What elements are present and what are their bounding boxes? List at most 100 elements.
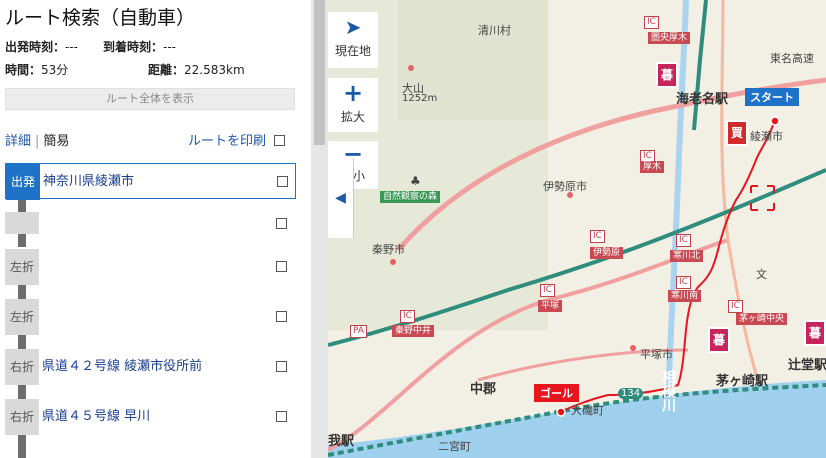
distance: 距離：22.583km — [148, 61, 245, 78]
zoom-in-button[interactable]: + 拡大 — [328, 78, 378, 132]
start-flag[interactable]: スタート — [745, 88, 799, 106]
route-step[interactable]: 左折 — [5, 299, 296, 335]
step-badge-left-turn: 左折 — [5, 249, 39, 285]
start-point[interactable] — [770, 116, 780, 126]
depart-time-label: 出発時刻： — [5, 40, 66, 54]
map-label-ayase: 綾瀬市 — [750, 130, 783, 143]
view-tabs: 詳細 | 簡易 — [5, 130, 69, 149]
map-label-tomei: 東名高速 — [770, 52, 814, 65]
route-spine — [18, 283, 26, 299]
current-location-label: 現在地 — [334, 44, 371, 58]
ic-label-isehara: 伊勢原 — [590, 247, 624, 259]
step-label[interactable]: 県道４２号線 綾瀬市役所前 — [42, 349, 202, 385]
ic-marker: IC — [676, 234, 691, 247]
route-step[interactable]: 左折 — [5, 249, 296, 285]
ic-marker: IC — [540, 284, 555, 297]
print-route[interactable]: ルートを印刷 — [188, 130, 286, 149]
city-dot — [408, 65, 414, 71]
duration: 時間：53分 — [5, 61, 68, 78]
ic-label-hadano-nakai: 秦野中井 — [392, 325, 435, 337]
arrive-time-value: --- — [163, 40, 177, 54]
expressway — [692, 0, 708, 131]
tab-simple[interactable]: 簡易 — [43, 134, 69, 149]
step-badge-right-turn: 右折 — [5, 349, 39, 385]
step-checkbox[interactable] — [276, 311, 287, 322]
panel-scrollbar-thumb[interactable] — [314, 0, 325, 145]
step-checkbox[interactable] — [277, 176, 288, 187]
tab-detail[interactable]: 詳細 — [5, 134, 31, 149]
city-dot — [630, 345, 636, 351]
current-location-button[interactable]: ➤ 現在地 — [328, 12, 378, 68]
collapse-panel-button[interactable]: ◀ — [328, 158, 354, 238]
print-route-link[interactable]: ルートを印刷 — [188, 134, 266, 149]
ic-marker: IC — [400, 310, 415, 323]
step-badge-depart: 出発 — [6, 164, 40, 200]
living-pin-icon[interactable]: 暮 — [656, 62, 678, 88]
living-pin-icon[interactable]: 暮 — [708, 327, 730, 353]
route-spine — [18, 333, 26, 349]
ic-marker: IC — [590, 230, 605, 243]
step-checkbox[interactable] — [276, 218, 287, 229]
distance-label: 距離： — [148, 63, 185, 77]
goal-point[interactable] — [556, 407, 566, 417]
map-label-hadano: 秦野市 — [372, 243, 405, 256]
distance-value: 22.583km — [184, 63, 245, 77]
map-label-station: 我駅 — [328, 434, 355, 449]
map-label-hiratsuka: 平塚市 — [640, 348, 673, 361]
tree-icon: ♣ — [410, 174, 421, 188]
depart-time: 出発時刻：--- — [5, 38, 78, 55]
map-view[interactable]: ➤ 現在地 + 拡大 − 縮小 ◀ 清川村 大山 1252m ♣ 自然観察の森 … — [328, 0, 826, 458]
zoom-in-label: 拡大 — [340, 110, 365, 124]
tab-separator: | — [35, 134, 40, 149]
ic-label-atsugi: 厚木 — [640, 161, 665, 173]
ic-label-chigasaki-chuo: 茅ヶ崎中央 — [736, 313, 788, 325]
shopping-pin-icon[interactable]: 買 — [726, 120, 748, 146]
route-spine — [18, 383, 26, 399]
duration-value: 53分 — [41, 63, 69, 77]
living-pin-icon[interactable]: 暮 — [804, 320, 826, 346]
goal-flag[interactable]: ゴール — [534, 384, 579, 402]
arrive-time: 到着時刻：--- — [103, 38, 176, 55]
map-label-ebina-station: 海老名駅 — [676, 92, 729, 107]
route-step[interactable]: 右折 県道４２号線 綾瀬市役所前 — [5, 349, 296, 385]
step-checkbox[interactable] — [276, 411, 287, 422]
print-route-checkbox[interactable] — [274, 135, 286, 146]
arrive-time-label: 到着時刻： — [103, 40, 164, 54]
depart-time-value: --- — [65, 40, 79, 54]
sagami-river — [665, 0, 689, 401]
location-arrow-icon: ➤ — [344, 15, 362, 39]
map-label-chigasaki-station: 茅ヶ崎駅 — [716, 374, 769, 389]
map-label-naka-gun: 中郡 — [470, 382, 497, 397]
step-checkbox[interactable] — [276, 261, 287, 272]
ic-label-hiratsuka: 平塚 — [538, 300, 563, 312]
map-label-kiyokawa: 清川村 — [478, 24, 511, 37]
show-whole-route-button[interactable]: ルート全体を表示 — [5, 88, 295, 110]
map-label-tsujido-station: 辻堂駅 — [788, 358, 826, 373]
route-step[interactable]: 出発 神奈川県綾瀬市 — [5, 163, 296, 200]
map-label-nature-forest: 自然観察の森 — [380, 191, 441, 203]
route-134-shield: 134 — [618, 388, 644, 399]
duration-label: 時間： — [5, 63, 42, 77]
map-label-isehara: 伊勢原市 — [543, 180, 587, 193]
map-label-sagami-river: 相模川 — [660, 370, 676, 412]
school-icon: 文 — [756, 268, 767, 281]
page-title: ルート検索（自動車） — [5, 7, 196, 29]
step-checkbox[interactable] — [276, 361, 287, 372]
ic-label-samukawa-minami: 寒川南 — [668, 290, 702, 302]
map-label-oiso: 大磯町 — [571, 404, 604, 417]
step-badge-right-turn: 右折 — [5, 399, 39, 435]
ic-marker: IC — [728, 300, 743, 313]
ic-label-samukawa-kita: 寒川北 — [670, 250, 704, 262]
city-dot — [390, 259, 396, 265]
map-label-oyama-height: 1252m — [402, 93, 438, 104]
route-step[interactable]: 右折 県道４５号線 早川 — [5, 399, 296, 435]
step-label[interactable]: 神奈川県綾瀬市 — [43, 164, 134, 200]
ic-label-kenou-atsugi: 圏央厚木 — [648, 32, 691, 44]
step-label[interactable]: 県道４５号線 早川 — [42, 399, 150, 435]
route-step[interactable] — [5, 206, 296, 242]
plus-icon: + — [342, 79, 364, 107]
route-panel: ルート検索（自動車） 出発時刻：--- 到着時刻：--- 時間：53分 距離：2… — [0, 0, 306, 458]
step-badge — [5, 212, 39, 234]
pa-marker: PA — [350, 325, 368, 338]
chevron-left-icon: ◀ — [335, 190, 346, 206]
